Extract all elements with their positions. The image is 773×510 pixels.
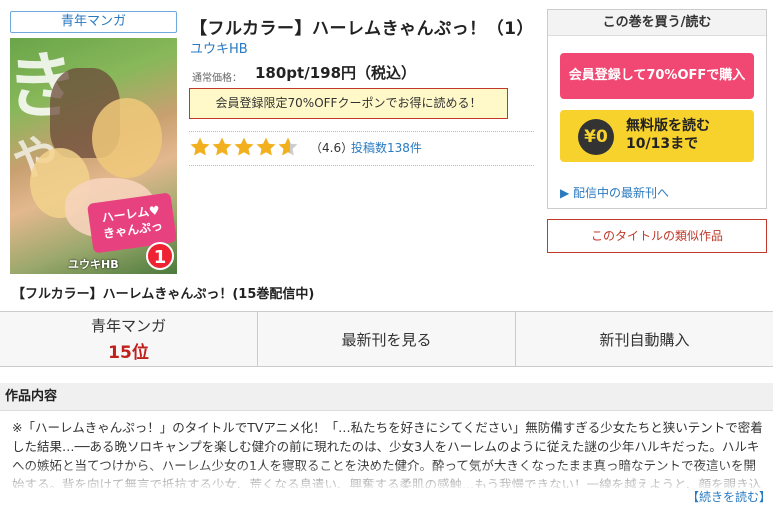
series-label[interactable]: 【フルカラー】ハーレムきゃんぷっ！(15巻配信中) bbox=[12, 283, 314, 302]
description-fade bbox=[0, 466, 773, 492]
reviews-link[interactable]: 投稿数138件 bbox=[351, 139, 422, 156]
member-purchase-button[interactable]: 会員登録して70%OFFで購入 bbox=[560, 53, 754, 99]
buy-panel-title: この巻を買う/読む bbox=[548, 10, 766, 36]
latest-volume-label: 最新刊を見る bbox=[341, 330, 432, 349]
auto-purchase-label: 新刊自動購入 bbox=[599, 330, 690, 349]
cover-author: ユウキHB bbox=[68, 258, 119, 271]
genre-rank-cell[interactable]: 青年マンガ 15位 bbox=[0, 312, 258, 366]
rating-stars bbox=[189, 136, 299, 160]
price-value: 180pt/198円（税込） bbox=[255, 64, 417, 82]
genre-rank-label: 青年マンガ bbox=[90, 317, 166, 335]
star-icon bbox=[233, 136, 255, 158]
free-read-button[interactable]: ¥0 無料版を読む 10/13まで bbox=[560, 110, 754, 162]
latest-volume-link[interactable]: ▶ 配信中の最新刊へ bbox=[560, 184, 669, 201]
read-more-link[interactable]: 【続きを読む】 bbox=[687, 488, 771, 505]
free-read-line2: 10/13まで bbox=[626, 136, 699, 152]
star-icon bbox=[211, 136, 233, 158]
book-title: 【フルカラー】ハーレムきゃんぷっ！（1） bbox=[190, 19, 534, 39]
price-label: 通常価格： bbox=[192, 73, 242, 84]
buy-panel: この巻を買う/読む 会員登録して70%OFFで購入 ¥0 無料版を読む 10/1… bbox=[547, 9, 767, 209]
yen-icon: ¥0 bbox=[578, 119, 614, 155]
latest-volume-button[interactable]: 最新刊を見る bbox=[258, 312, 516, 366]
similar-titles-button[interactable]: このタイトルの類似作品 bbox=[547, 219, 767, 253]
cover-figure bbox=[92, 98, 162, 178]
divider bbox=[189, 165, 534, 166]
divider bbox=[189, 131, 534, 132]
author-link[interactable]: ユウキHB bbox=[190, 38, 248, 57]
auto-purchase-button[interactable]: 新刊自動購入 bbox=[516, 312, 773, 366]
rank-bar: 青年マンガ 15位 最新刊を見る 新刊自動購入 bbox=[0, 311, 773, 367]
coupon-banner[interactable]: 会員登録限定70%OFFクーポンでお得に読める！ bbox=[189, 88, 508, 119]
star-icon bbox=[277, 136, 299, 158]
description-header: 作品内容 bbox=[0, 383, 773, 411]
star-icon bbox=[255, 136, 277, 158]
genre-tag[interactable]: 青年マンガ bbox=[10, 11, 177, 33]
star-icon bbox=[189, 136, 211, 158]
free-read-text: 無料版を読む 10/13まで bbox=[626, 117, 710, 153]
cover-volume-badge: 1 bbox=[146, 242, 174, 270]
book-cover-image[interactable]: き や ハーレム♥ きゃんぷっ 1 ユウキHB bbox=[10, 38, 177, 274]
rating-value: （4.6） bbox=[310, 141, 354, 155]
genre-rank-number: 15位 bbox=[108, 343, 149, 363]
free-read-line1: 無料版を読む bbox=[626, 118, 710, 134]
